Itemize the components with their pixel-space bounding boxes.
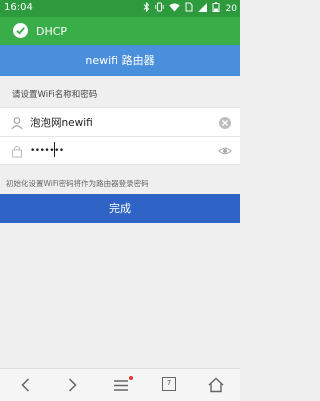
user-icon bbox=[10, 115, 24, 130]
menu-icon[interactable] bbox=[111, 375, 131, 395]
text-cursor bbox=[54, 142, 55, 157]
page-title: newifi 路由器 bbox=[0, 45, 240, 76]
back-icon[interactable] bbox=[16, 375, 36, 395]
home-icon[interactable] bbox=[206, 375, 226, 395]
signal-icon bbox=[197, 2, 207, 15]
notification-dot bbox=[129, 376, 133, 380]
bluetooth-icon bbox=[143, 1, 150, 15]
vibrate-icon bbox=[154, 2, 164, 15]
clear-icon[interactable] bbox=[218, 115, 232, 129]
status-time: 16:04 bbox=[4, 2, 33, 13]
connection-type-label: DHCP bbox=[36, 25, 68, 38]
connection-type-bar[interactable]: DHCP bbox=[0, 17, 240, 45]
battery-icon bbox=[212, 2, 221, 15]
wifi-form: 泡泡网newifi ••••••• bbox=[0, 107, 240, 165]
password-field[interactable]: ••••••• bbox=[0, 136, 240, 164]
lock-icon bbox=[10, 143, 24, 158]
ssid-value: 泡泡网newifi bbox=[30, 117, 93, 129]
browser-nav-bar: 7 bbox=[0, 368, 240, 401]
wifi-icon bbox=[168, 3, 180, 15]
ssid-field[interactable]: 泡泡网newifi bbox=[0, 108, 240, 137]
password-hint: 初始化设置WiFi密码将作为路由器登录密码 bbox=[6, 179, 149, 188]
sim-icon bbox=[185, 2, 193, 15]
eye-icon[interactable] bbox=[218, 143, 232, 157]
check-circle-icon bbox=[13, 23, 28, 38]
status-bar: 16:04 20 bbox=[0, 0, 240, 17]
tabs-icon[interactable]: 7 bbox=[160, 375, 180, 395]
status-icons: 20 bbox=[143, 1, 237, 15]
battery-text: 20 bbox=[225, 3, 237, 14]
section-label: 请设置WiFi名称和密码 bbox=[12, 90, 98, 100]
forward-icon[interactable] bbox=[62, 375, 82, 395]
tab-count: 7 bbox=[162, 377, 176, 391]
password-value: ••••••• bbox=[30, 146, 64, 156]
done-button[interactable]: 完成 bbox=[0, 194, 240, 223]
